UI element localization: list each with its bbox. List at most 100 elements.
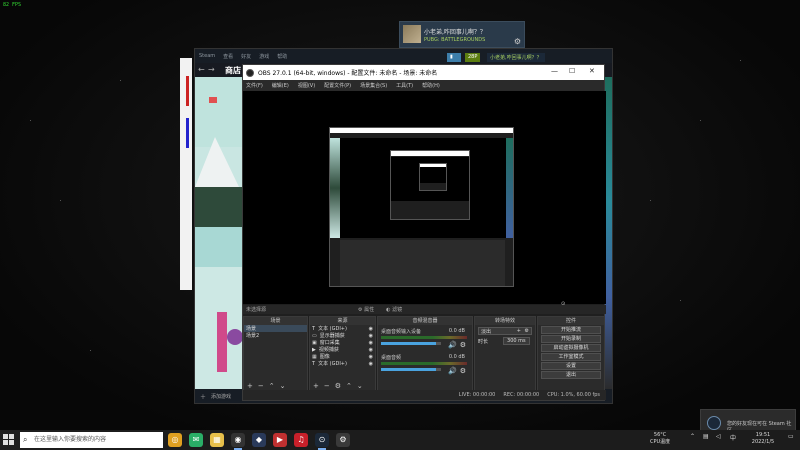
start-virtual-camera-button[interactable]: 启动虚拟摄像机 — [541, 344, 601, 352]
obs-preview[interactable]: ⊙ — [243, 91, 606, 307]
gear-icon[interactable]: ⚙ — [335, 382, 341, 390]
obs-window[interactable]: OBS 27.0.1 (64-bit, windows) - 配置文件: 未命名… — [242, 64, 606, 401]
windows-start-icon[interactable] — [3, 434, 14, 445]
studio-mode-button[interactable]: 工作室模式 — [541, 353, 601, 361]
menu-file[interactable]: 文件(F) — [246, 82, 263, 89]
steam-menu-item[interactable]: 好友 — [241, 53, 251, 60]
minimize-icon[interactable]: — — [551, 67, 558, 75]
taskbar-app-files[interactable]: ▦ — [210, 433, 224, 447]
notification-icon[interactable]: ▭ — [788, 433, 794, 440]
recursive-capture — [329, 127, 514, 287]
audio-mixer-title: 音频混音器 — [378, 317, 472, 325]
add-game-icon[interactable]: ＋ — [200, 392, 206, 401]
scene-item[interactable]: 场景2 — [244, 332, 307, 339]
start-recording-button[interactable]: 开始录制 — [541, 335, 601, 343]
move-down-icon[interactable]: ⌄ — [280, 382, 286, 390]
unity-icon: ◆ — [255, 435, 263, 444]
source-item[interactable]: ▦ 图像 ◉ — [310, 353, 375, 361]
properties-button[interactable]: ⚙ 属性 — [358, 306, 374, 313]
filters-button[interactable]: ◐ 滤镜 — [386, 306, 402, 313]
transitions-dock-title: 转场特效 — [475, 317, 535, 325]
add-game-label[interactable]: 添加游戏 — [211, 393, 231, 400]
volume-icon[interactable]: ◁ — [716, 433, 721, 440]
eye-icon[interactable]: ◉ — [369, 361, 373, 367]
source-item[interactable]: T 文本 (GDI+) ◉ — [310, 360, 375, 368]
add-icon[interactable]: + — [517, 328, 521, 334]
eye-icon[interactable]: ◉ — [369, 326, 373, 332]
taskbar-app-steam[interactable]: ⊙ — [315, 433, 329, 450]
language-icon[interactable]: 中 — [730, 433, 736, 442]
notification-button[interactable]: ▮ — [447, 53, 461, 62]
audio-mixer-dock: 音频混音器 桌面音频输入设备 0.0 dB 🔊 ⚙ 桌面音频 0.0 dB 🔊 … — [377, 316, 473, 391]
source-item[interactable]: T 文本 (GDI+) ◉ — [310, 325, 375, 333]
speaker-icon[interactable]: 🔊 — [448, 341, 457, 349]
menu-help[interactable]: 帮助(H) — [422, 82, 440, 89]
menu-edit[interactable]: 编辑(E) — [272, 82, 289, 89]
taskbar-app-obs[interactable]: ◉ — [231, 433, 245, 450]
obs-window-title: OBS 27.0.1 (64-bit, windows) - 配置文件: 未命名… — [258, 70, 438, 77]
add-icon[interactable]: + — [313, 382, 319, 390]
add-icon[interactable]: + — [247, 382, 253, 390]
steam-menu-item[interactable]: 游戏 — [259, 53, 269, 60]
forward-icon[interactable]: → — [208, 65, 215, 74]
taskbar-app-settings[interactable]: ⚙ — [336, 433, 350, 447]
eye-icon[interactable]: ◉ — [369, 333, 373, 339]
menu-profile[interactable]: 配置文件(P) — [324, 82, 351, 89]
settings-button[interactable]: 设置 — [541, 362, 601, 370]
eye-icon[interactable]: ◉ — [369, 340, 373, 346]
exit-button[interactable]: 退出 — [541, 371, 601, 379]
chevron-up-icon[interactable]: ⌃ — [690, 433, 695, 440]
menu-tools[interactable]: 工具(T) — [396, 82, 413, 89]
obs-title-bar: OBS 27.0.1 (64-bit, windows) - 配置文件: 未命名… — [243, 65, 604, 80]
steam-page-title[interactable]: 商店 — [225, 65, 241, 76]
audio-meter — [381, 362, 467, 365]
steam-menu-item[interactable]: Steam — [199, 53, 215, 59]
speaker-icon[interactable]: 🔊 — [448, 367, 457, 375]
source-item[interactable]: ▶ 视频捕获 ◉ — [310, 346, 375, 354]
taskbar-app-potplayer[interactable]: ▶ — [273, 433, 287, 447]
scene-item[interactable]: 场景 — [244, 325, 307, 332]
taskbar-app-unity[interactable]: ◆ — [252, 433, 266, 447]
source-item[interactable]: ▭ 显示器捕获 ◉ — [310, 332, 375, 340]
close-icon[interactable]: ✕ — [589, 67, 595, 75]
remove-icon[interactable]: − — [324, 382, 330, 390]
points-button[interactable]: 28P — [465, 53, 481, 62]
sources-dock-title: 来源 — [310, 317, 375, 325]
steam-menu-item[interactable]: 查看 — [223, 53, 233, 60]
taskbar-clock[interactable]: 19:51 2022/1/5 — [748, 432, 778, 446]
maximize-icon[interactable]: ☐ — [569, 67, 575, 75]
network-icon[interactable]: ▤ — [703, 433, 709, 440]
move-up-icon[interactable]: ⌃ — [269, 382, 275, 390]
gear-icon[interactable]: ⚙ — [460, 367, 466, 375]
user-button[interactable]: 小老弟,咋回事儿啊？？ — [487, 53, 545, 62]
fps-counter: 82 FPS — [3, 2, 22, 8]
gear-icon[interactable]: ⚙ — [514, 37, 521, 46]
remove-icon[interactable]: − — [258, 382, 264, 390]
taskbar-app-chrome[interactable]: ◎ — [168, 433, 182, 447]
eye-icon[interactable]: ◉ — [369, 354, 373, 360]
steam-menu-item[interactable]: 帮助 — [277, 53, 287, 60]
cpu-temperature[interactable]: 56°C CPU温度 — [650, 432, 670, 446]
gear-icon[interactable]: ⚙ — [460, 341, 466, 349]
back-icon[interactable]: ← — [198, 65, 205, 74]
taskbar-app-netease-music[interactable]: ♫ — [294, 433, 308, 447]
eye-icon[interactable]: ◉ — [369, 347, 373, 353]
menu-view[interactable]: 视图(V) — [298, 82, 315, 89]
move-up-icon[interactable]: ⌃ — [346, 382, 352, 390]
store-artwork — [195, 77, 245, 391]
taskbar-app-wechat[interactable]: ✉ — [189, 433, 203, 447]
taskbar: ⌕ 在这里输入你要搜索的内容 ◎ ✉ ▦ ◉ ◆ ▶ ♫ ⊙ ⚙ ⌃ ▤ ◁ 中 56°C CP… — [0, 430, 800, 450]
volume-slider[interactable] — [381, 342, 441, 345]
source-item[interactable]: ▣ 窗口采集 ◉ — [310, 339, 375, 347]
move-down-icon[interactable]: ⌄ — [357, 382, 363, 390]
transition-select[interactable]: 淡出 + ⚙ — [478, 327, 532, 335]
volume-slider[interactable] — [381, 368, 441, 371]
cpu-status: CPU: 1.0%, 60.00 fps — [547, 392, 600, 398]
menu-scene-collection[interactable]: 场景集合(S) — [360, 82, 387, 89]
gear-icon[interactable]: ⚙ — [525, 328, 529, 334]
start-streaming-button[interactable]: 开始推流 — [541, 326, 601, 334]
search-placeholder: 在这里输入你要搜索的内容 — [34, 436, 107, 443]
steam-friend-notification[interactable]: 小老弟,咋回事儿啊？？ PUBG: BATTLEGROUNDS ⚙ — [399, 21, 525, 48]
taskbar-search[interactable]: ⌕ 在这里输入你要搜索的内容 — [20, 432, 163, 448]
duration-input[interactable]: 300 ms — [503, 337, 530, 345]
